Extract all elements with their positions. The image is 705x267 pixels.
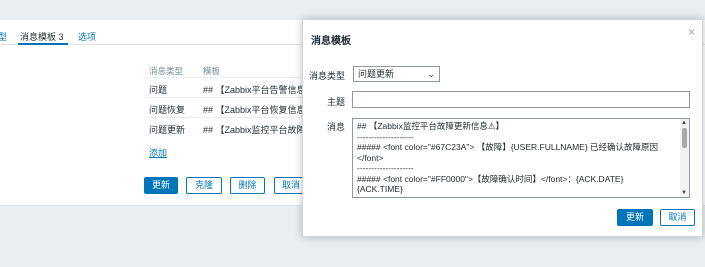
message-template-dialog: 消息模板 × 消息类型 问题更新 ⌄ 主题 消息 ## 【Zabbix监控平台故… — [302, 19, 703, 237]
message-type-label: 消息类型 — [308, 71, 345, 81]
message-line: {ACK.TIME} — [357, 184, 403, 194]
subject-input[interactable] — [352, 91, 690, 108]
message-line: ##### <font color="#67C23A"> 【故障】{USER.F… — [357, 142, 659, 152]
message-line: ## 【Zabbix监控平台故障更新信息⚠】 — [357, 121, 504, 131]
add-template-link[interactable]: 添加 — [149, 146, 167, 159]
dialog-update-button[interactable]: 更新 — [617, 209, 653, 226]
message-line: ##### <font color="#FF0000">【故障确认时间】</fo… — [357, 173, 624, 184]
scroll-up-arrow-icon[interactable]: ▲ — [681, 120, 687, 126]
message-content: ## 【Zabbix监控平台故障更新信息⚠】 -----------------… — [357, 121, 677, 195]
row-2-template: ## 【Zabbix平台恢复信息 — [203, 105, 303, 115]
header-divider — [146, 77, 306, 78]
top-strip — [0, 0, 705, 20]
update-button[interactable]: 更新 — [144, 177, 178, 194]
message-type-select[interactable]: 问题更新 ⌄ — [353, 66, 440, 82]
dialog-cancel-button[interactable]: 取消 — [660, 209, 695, 226]
header-template: 模板 — [203, 66, 221, 76]
row-2-type: 问题恢复 — [149, 105, 186, 115]
header-message-type: 消息类型 — [149, 66, 184, 76]
message-line: -------------------- — [357, 163, 414, 173]
message-scrollbar[interactable]: ▲ ▼ — [680, 119, 689, 197]
close-icon[interactable]: × — [688, 26, 695, 38]
row-3-type: 问题更新 — [149, 125, 186, 135]
scroll-down-arrow-icon[interactable]: ▼ — [681, 190, 687, 196]
message-line: -------------------- — [357, 131, 414, 142]
tab-options[interactable]: 选项 — [78, 30, 96, 44]
dialog-title: 消息模板 — [311, 36, 351, 47]
row-3-template: ## 【Zabbix监控平台故障 — [203, 125, 303, 135]
delete-button[interactable]: 删除 — [230, 177, 265, 194]
row-divider — [146, 117, 306, 118]
message-label: 消息 — [326, 122, 345, 132]
row-divider — [146, 97, 306, 98]
message-type-value: 问题更新 — [358, 69, 395, 79]
chevron-down-icon: ⌄ — [427, 69, 435, 79]
subject-label: 主题 — [326, 97, 345, 107]
clone-button[interactable]: 克隆 — [186, 177, 222, 194]
active-tab-indicator — [18, 43, 68, 45]
tab-message-templates[interactable]: 消息模板 3 — [20, 30, 64, 44]
message-textarea[interactable]: ## 【Zabbix监控平台故障更新信息⚠】 -----------------… — [352, 118, 690, 198]
message-line: </font> — [357, 152, 384, 163]
tab-type[interactable]: 型 — [0, 30, 7, 44]
scroll-thumb[interactable] — [682, 128, 687, 148]
row-1-type: 问题 — [149, 85, 168, 95]
row-1-template: ## 【Zabbix平台告警信息 — [203, 85, 303, 95]
